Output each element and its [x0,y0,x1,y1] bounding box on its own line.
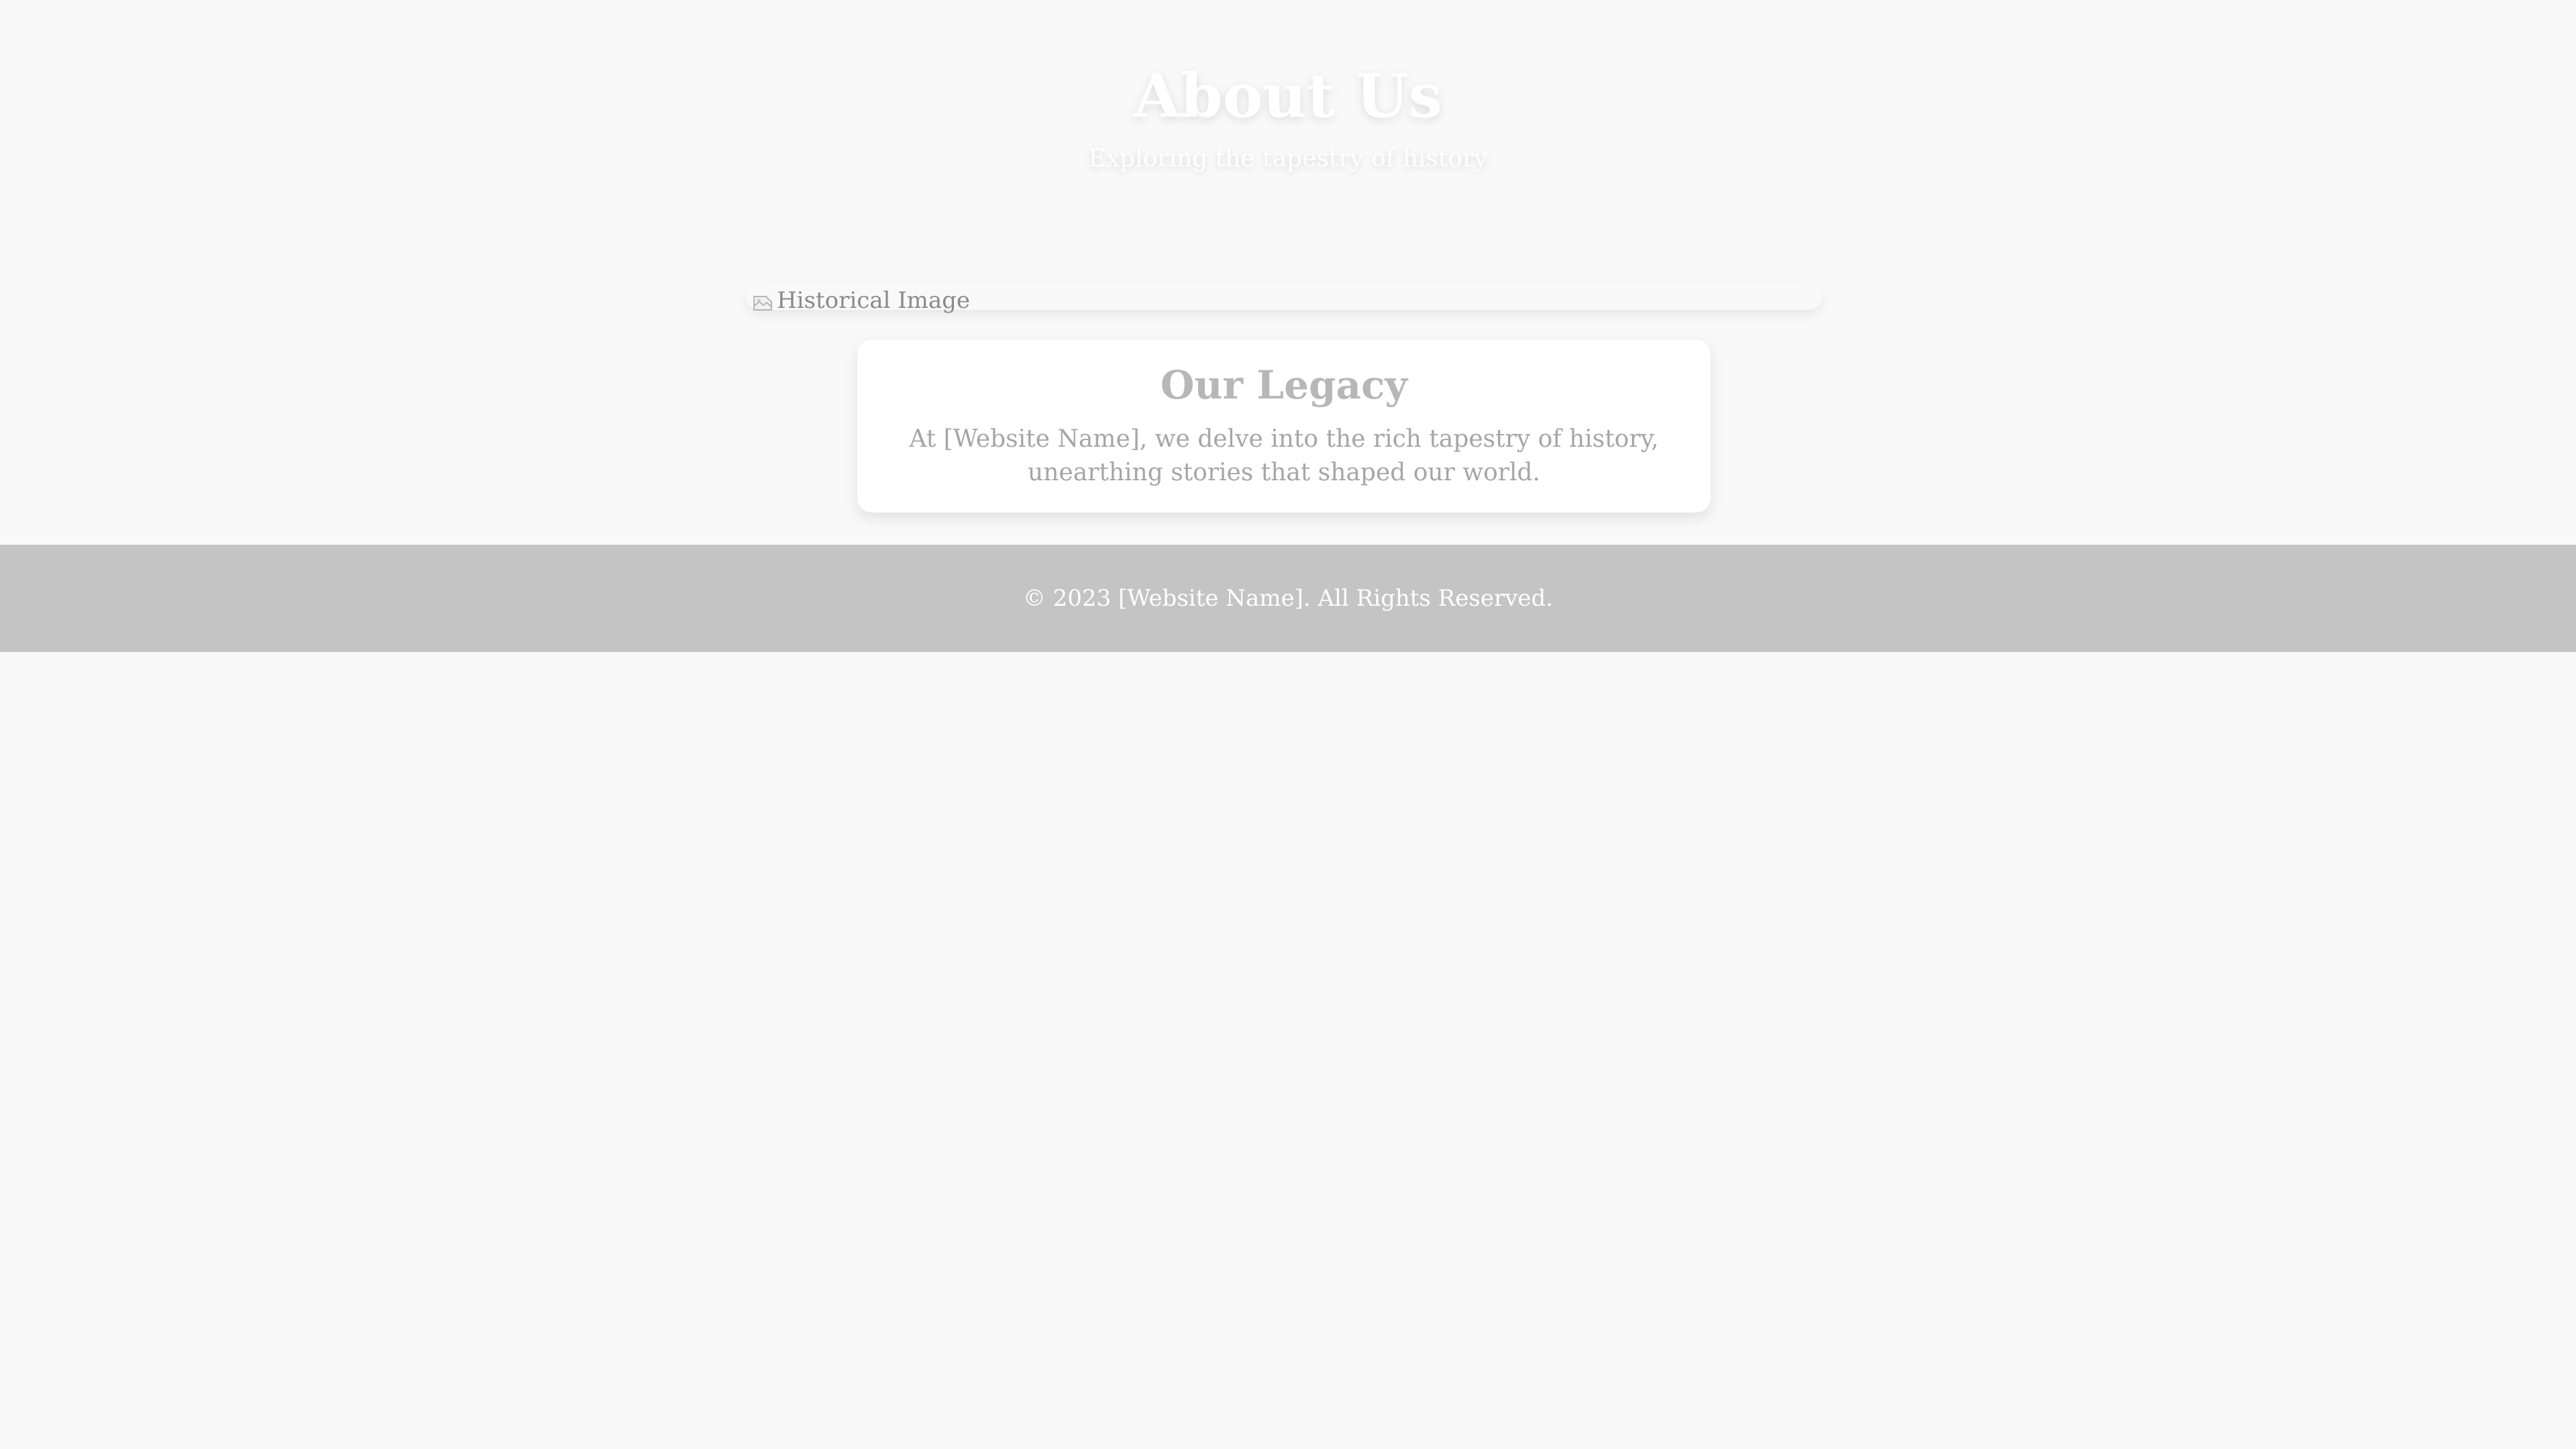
legacy-title: Our Legacy [1160,362,1408,408]
page-subtitle: Exploring the tapestry of history [1088,145,1488,172]
footer-copyright: © 2023 [Website Name]. All Rights Reserv… [1022,585,1554,612]
page-title: About Us [1133,60,1443,131]
page-footer: © 2023 [Website Name]. All Rights Reserv… [0,545,2576,652]
broken-image-icon [751,289,774,312]
legacy-card: Our Legacy At [Website Name], we delve i… [857,339,1711,513]
legacy-text: At [Website Name], we delve into the ric… [909,425,1659,486]
about-page: About Us Exploring the tapestry of histo… [0,0,2576,1449]
historical-image-alt-text: Historical Image [777,287,971,314]
historical-image: Historical Image [751,283,970,318]
historical-image-container: Historical Image [746,283,1822,314]
page-header: About Us Exploring the tapestry of histo… [0,0,2576,201]
